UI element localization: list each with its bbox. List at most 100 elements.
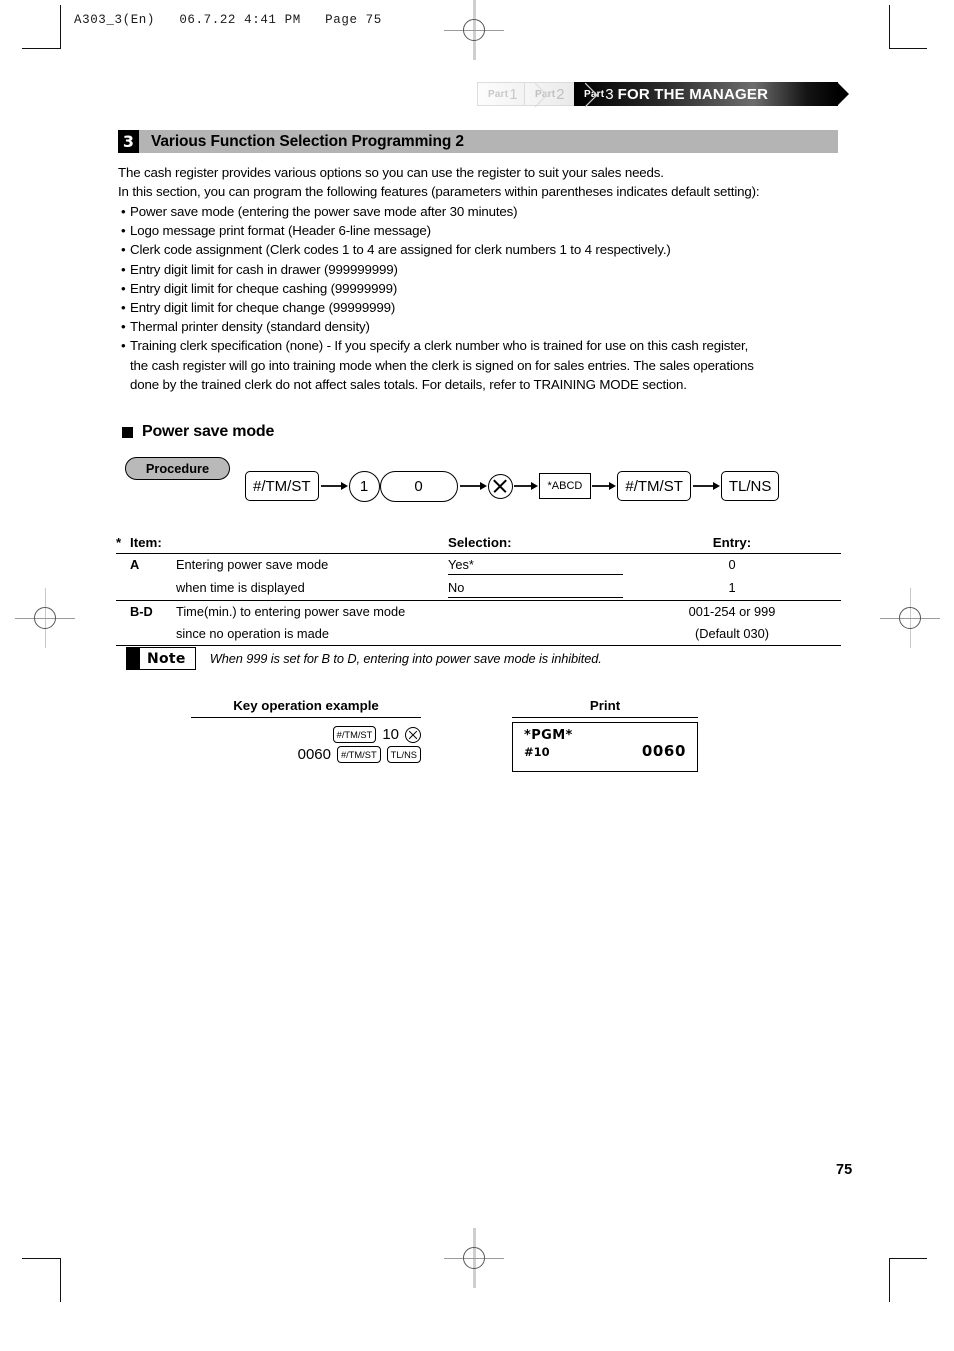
bullet-icon: • [121, 261, 126, 277]
table-row: A Entering power save mode Yes* 0 [116, 553, 841, 577]
flow-arrow-icon [691, 480, 721, 492]
key-digit-1[interactable]: 1 [348, 470, 380, 502]
registration-mark-circle [899, 607, 921, 629]
registration-mark-circle [34, 607, 56, 629]
key-digit-0[interactable]: 0 [379, 470, 458, 502]
row-bd-item-line2: since no operation is made [176, 626, 329, 641]
key-tm-st-2[interactable]: #/TM/ST [617, 471, 691, 501]
intro-line-1: The cash register provides various optio… [118, 165, 664, 180]
feature-bullet-list: • Power save mode (entering the power sav… [121, 202, 856, 394]
part-1-number: 1 [509, 85, 518, 103]
key-operation-line-1: #/TM/ST 10 [332, 726, 421, 743]
bullet-text: Clerk code assignment (Clerk codes 1 to … [130, 242, 671, 258]
note-section: Note When 999 is set for B to D, enterin… [126, 647, 602, 670]
section-number-badge: 3 [118, 130, 139, 153]
part-3-title: FOR THE MANAGER [617, 85, 769, 103]
table-row: since no operation is made (Default 030) [116, 623, 841, 646]
part-banner-arrow-3 [837, 82, 850, 106]
registration-mark-left [15, 588, 75, 648]
list-item: • Logo message print format (Header 6-lin… [121, 221, 856, 240]
list-item: • Clerk code assignment (Clerk codes 1 to… [121, 240, 856, 259]
crop-mark-bottom-right-vertical [889, 1258, 890, 1302]
key-tm-st-mini[interactable]: #/TM/ST [332, 726, 377, 743]
registration-mark-right [880, 588, 940, 648]
key-operation-value-0060: 0060 [297, 746, 331, 763]
power-save-mode-heading: Power save mode [122, 423, 274, 441]
intro-line-2: In this section, you can program the fol… [118, 184, 760, 200]
list-item: • Entry digit limit for cheque cashing (9… [121, 279, 856, 298]
table-header-selection: Selection: [448, 535, 512, 550]
part-banner-arrow-1 [535, 83, 548, 107]
print-heading: Print [512, 698, 698, 718]
row-a-selection-yes: Yes* [448, 556, 623, 575]
page-number: 75 [836, 1162, 853, 1178]
row-bd-entry-range: 001-254 or 999 [623, 600, 841, 623]
crop-mark-top-left-horizontal [22, 48, 60, 49]
bullet-text: Entry digit limit for cheque cashing (99… [130, 280, 398, 296]
key-tm-st-mini-2[interactable]: #/TM/ST [337, 746, 381, 763]
parameter-table: * Item: Selection: Entry: A Entering pow… [116, 535, 841, 648]
row-a-item-line2: when time is displayed [176, 580, 305, 595]
table-row: B-D Time(min.) to entering power save mo… [116, 600, 841, 623]
note-label: Note [147, 650, 186, 667]
table-star-marker: * [116, 535, 122, 550]
bullet-text: Entry digit limit for cash in drawer (99… [130, 261, 398, 277]
bullet-icon: • [121, 223, 126, 239]
row-bd-item-line1: Time(min.) to entering power save mode [176, 600, 623, 623]
print-receipt-sample: *PGM* #10 0060 [512, 722, 698, 772]
bullet-text: Thermal printer density (standard densit… [130, 319, 370, 335]
row-key-bd: B-D [130, 600, 176, 623]
bullet-text: Entry digit limit for cheque change (999… [130, 300, 396, 316]
flow-arrow-icon [458, 480, 488, 492]
bullet-continuation-line: done by the trained clerk do not affect … [130, 376, 687, 392]
key-tl-ns[interactable]: TL/NS [720, 471, 780, 501]
receipt-code: #10 [524, 745, 550, 759]
crop-mark-bottom-right-horizontal [889, 1258, 927, 1259]
row-bd-entry-default: (Default 030) [695, 626, 769, 641]
note-badge: Note [126, 647, 196, 670]
section-title-row: 3 Various Function Selection Programming… [118, 130, 838, 153]
bullet-icon: • [121, 338, 126, 354]
key-tl-ns-mini[interactable]: TL/NS [386, 746, 421, 763]
table-header-item: Item: [130, 535, 162, 550]
row-a-entry-1: 1 [728, 580, 736, 595]
note-text: When 999 is set for B to D, entering int… [209, 651, 602, 666]
list-item: • Entry digit limit for cash in drawer (9… [121, 260, 856, 279]
row-a-item-line1: Entering power save mode [176, 553, 448, 577]
crop-mark-top-right-horizontal [889, 48, 927, 49]
key-tm-st-1[interactable]: #/TM/ST [245, 471, 319, 501]
registration-mark-circle [463, 1247, 485, 1269]
key-multiply-icon-mini[interactable] [405, 726, 421, 743]
table-row: when time is displayed No 1 [116, 577, 841, 601]
key-multiply-icon[interactable] [487, 473, 513, 499]
bullet-text: Training clerk specification (none) - If… [130, 338, 749, 354]
key-operation-example-heading: Key operation example [191, 698, 421, 718]
bullet-text: Logo message print format (Header 6-line… [130, 223, 431, 239]
flow-arrow-icon [319, 480, 349, 492]
bullet-icon: • [121, 300, 126, 316]
bullet-icon: • [121, 319, 126, 335]
print-file-header: A303_3(En) 06.7.22 4:41 PM Page 75 [74, 13, 382, 27]
registration-mark-bottom [444, 1228, 504, 1288]
table-header-row: * Item: Selection: Entry: [116, 535, 841, 554]
bullet-icon: • [121, 204, 126, 219]
receipt-title: *PGM* [524, 728, 573, 743]
section-title: Various Function Selection Programming 2 [139, 130, 838, 153]
procedure-key-flow: #/TM/ST 1 0 *ABCD #/TM/ST TL/NS [245, 468, 780, 504]
key-operation-example-body: #/TM/ST 10 0060 #/TM/ST TL/NS [191, 726, 421, 763]
row-a-entry-0: 0 [623, 553, 841, 577]
row-key-a: A [130, 553, 176, 577]
key-operation-value-10: 10 [382, 726, 399, 743]
intro-paragraph: The cash register provides various optio… [118, 163, 848, 201]
bullet-icon: • [121, 280, 126, 296]
row-a-selection-no: No [448, 579, 623, 598]
part-2-number: 2 [556, 85, 565, 103]
key-abcd-parameter[interactable]: *ABCD [538, 473, 592, 499]
crop-mark-bottom-left-vertical [60, 1258, 61, 1302]
procedure-badge: Procedure [125, 457, 230, 480]
crop-mark-top-right-vertical [889, 5, 890, 49]
list-item: • Thermal printer density (standard densi… [121, 317, 856, 336]
part-1-label: Part [488, 88, 509, 100]
part-banner: Part 1 Part 2 Part 3 FOR THE MANAGER [477, 82, 849, 107]
power-save-mode-title: Power save mode [142, 423, 275, 440]
